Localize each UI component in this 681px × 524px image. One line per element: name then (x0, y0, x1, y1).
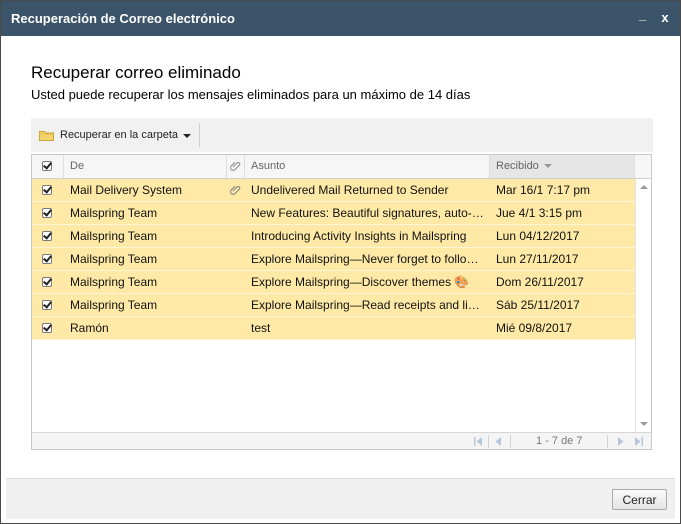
recover-to-folder-label: Recuperar en la carpeta (60, 129, 179, 141)
row-from: Mail Delivery System (70, 183, 183, 197)
pager-divider (510, 435, 511, 448)
page-info: 1 - 7 de 7 (536, 435, 583, 447)
row-received: Jue 4/1 3:15 pm (496, 206, 583, 220)
header-from-label: De (70, 160, 85, 172)
sort-descending-icon (543, 164, 552, 169)
table-row[interactable]: Mail Delivery System Undelivered Mail Ret… (32, 179, 635, 202)
paperclip-icon (230, 185, 241, 195)
dialog-footer: Cerrar (6, 478, 675, 519)
header-attachment[interactable] (227, 155, 245, 178)
header-subject[interactable]: Asunto (245, 155, 490, 178)
paperclip-icon (230, 161, 241, 171)
row-subject: Explore Mailspring—Read receipts and lin… (251, 298, 486, 312)
select-all-checkbox[interactable] (42, 161, 52, 171)
row-from: Mailspring Team (70, 252, 158, 266)
row-subject: Introducing Activity Insights in Mailspr… (251, 229, 467, 243)
scroll-down-arrow-icon[interactable] (640, 422, 648, 426)
row-received: Mié 09/8/2017 (496, 321, 573, 335)
row-from: Mailspring Team (70, 298, 158, 312)
table-row[interactable]: Mailspring Team Explore Mailspring—Never … (32, 248, 635, 271)
page-subtitle: Usted puede recuperar los mensajes elimi… (31, 87, 471, 102)
header-subject-label: Asunto (251, 160, 286, 172)
row-checkbox[interactable] (42, 300, 52, 310)
toolbar-divider (199, 123, 200, 147)
chevron-down-icon (183, 133, 192, 138)
pagination-bar: 1 - 7 de 7 (32, 432, 651, 449)
row-from: Mailspring Team (70, 206, 158, 220)
toolbar: Recuperar en la carpeta (31, 118, 653, 152)
row-checkbox[interactable] (42, 185, 52, 195)
header-select-all-cell (32, 155, 64, 178)
table-row[interactable]: Mailspring Team Introducing Activity Insi… (32, 225, 635, 248)
row-from: Mailspring Team (70, 229, 158, 243)
row-subject: New Features: Beautiful signatures, auto… (251, 206, 484, 220)
row-received: Lun 27/11/2017 (496, 252, 579, 266)
dialog-title: Recuperación de Correo electrónico (11, 11, 235, 26)
row-subject: Undelivered Mail Returned to Sender (251, 183, 449, 197)
row-received: Dom 26/11/2017 (496, 275, 584, 289)
previous-page-icon[interactable] (492, 436, 504, 447)
title-bar[interactable]: Recuperación de Correo electrónico _ x (1, 1, 680, 36)
table-row[interactable]: Ramón test Mié 09/8/2017 (32, 317, 635, 340)
table-row[interactable]: Mailspring Team Explore Mailspring—Read r… (32, 294, 635, 317)
row-from: Ramón (70, 321, 109, 335)
row-subject: test (251, 321, 271, 335)
row-received: Lun 04/12/2017 (496, 229, 580, 243)
last-page-icon[interactable] (633, 436, 645, 447)
header-received[interactable]: Recibido (490, 155, 635, 178)
deleted-mail-grid: De Asunto Recibido Mail Delivery System U… (31, 154, 652, 450)
close-dialog-button[interactable]: Cerrar (612, 489, 667, 510)
first-page-icon[interactable] (472, 436, 484, 447)
scroll-up-arrow-icon[interactable] (640, 185, 648, 189)
row-checkbox[interactable] (42, 277, 52, 287)
pager-divider (488, 435, 489, 448)
grid-header: De Asunto Recibido (32, 155, 651, 179)
row-checkbox[interactable] (42, 208, 52, 218)
page-title: Recuperar correo eliminado (31, 63, 241, 82)
folder-icon (39, 130, 54, 141)
row-subject: Explore Mailspring—Never forget to follo… (251, 252, 486, 266)
table-row[interactable]: Mailspring Team New Features: Beautiful s… (32, 202, 635, 225)
row-received: Sáb 25/11/2017 (496, 298, 580, 312)
row-from: Mailspring Team (70, 275, 158, 289)
row-received: Mar 16/1 7:17 pm (496, 183, 591, 197)
dialog-body: Recuperar correo eliminado Usted puede r… (6, 36, 675, 477)
header-received-label: Recibido (496, 160, 539, 172)
next-page-icon[interactable] (615, 436, 627, 447)
table-row[interactable]: Mailspring Team Explore Mailspring—Discov… (32, 271, 635, 294)
row-checkbox[interactable] (42, 323, 52, 333)
row-checkbox[interactable] (42, 254, 52, 264)
minimize-button[interactable]: _ (639, 7, 653, 25)
close-button[interactable]: x (658, 10, 672, 26)
recover-to-folder-button[interactable]: Recuperar en la carpeta (39, 126, 192, 144)
pager-divider (607, 435, 608, 448)
recovery-dialog: Recuperación de Correo electrónico _ x R… (0, 0, 681, 524)
row-subject: Explore Mailspring—Discover themes 🎨 (251, 275, 470, 289)
vertical-scrollbar[interactable] (635, 179, 651, 432)
header-from[interactable]: De (64, 155, 227, 178)
row-checkbox[interactable] (42, 231, 52, 241)
